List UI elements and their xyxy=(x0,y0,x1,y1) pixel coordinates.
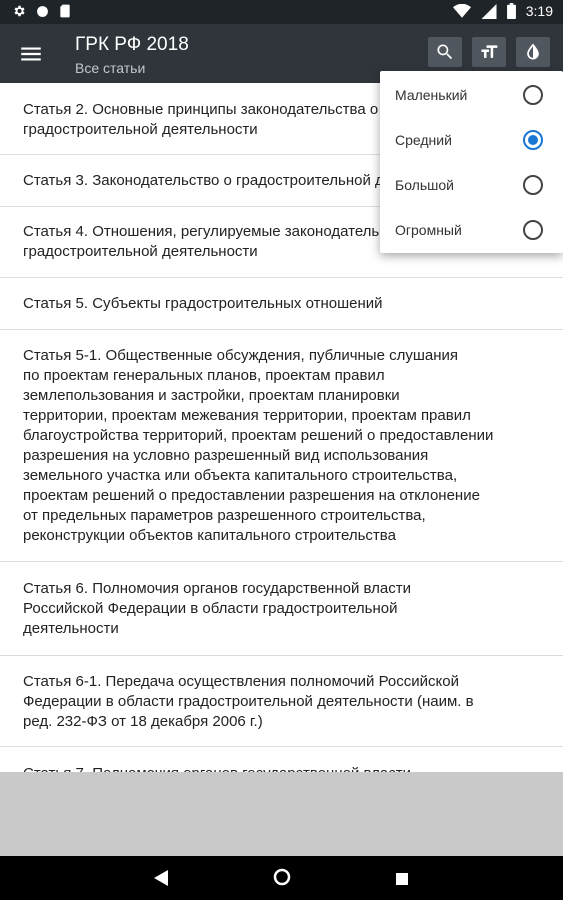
option-label: Средний xyxy=(395,132,452,148)
radio-button[interactable] xyxy=(523,220,543,240)
wifi-icon xyxy=(452,4,471,18)
app-subtitle: Все статьи xyxy=(75,60,146,76)
app-title: ГРК РФ 2018 xyxy=(75,34,189,55)
font-size-menu: Маленький Средний Большой Огромный xyxy=(380,71,563,253)
empty-area xyxy=(0,772,563,856)
list-item[interactable]: Статья 7. Полномочия органов государстве… xyxy=(0,747,563,772)
battery-icon xyxy=(506,3,516,19)
text-size-icon xyxy=(481,45,498,58)
list-item[interactable]: Статья 6-1. Передача осуществления полно… xyxy=(0,656,563,747)
recents-square-icon xyxy=(396,873,408,885)
theme-button[interactable] xyxy=(516,37,550,67)
option-label: Большой xyxy=(395,177,454,193)
back-button[interactable] xyxy=(154,870,168,891)
article-title: Статья 6. Полномочия органов государстве… xyxy=(23,580,411,637)
radio-button-selected[interactable] xyxy=(523,130,543,150)
hamburger-icon xyxy=(21,47,41,61)
settings-icon xyxy=(14,5,25,17)
article-title: Статья 5-1. Общественные обсуждения, пуб… xyxy=(23,347,494,544)
navigation-bar xyxy=(0,856,563,900)
circle-status-icon xyxy=(37,5,48,17)
contrast-drop-icon xyxy=(527,43,539,60)
recents-button[interactable] xyxy=(396,872,408,890)
search-icon xyxy=(437,44,453,60)
font-size-option-small[interactable]: Маленький xyxy=(380,73,563,118)
font-size-option-huge[interactable]: Огромный xyxy=(380,208,563,253)
list-item[interactable]: Статья 5. Субъекты градостроительных отн… xyxy=(0,278,563,330)
status-bar: 3:19 xyxy=(0,0,563,24)
home-button[interactable] xyxy=(273,868,291,891)
option-label: Маленький xyxy=(395,87,468,103)
search-button[interactable] xyxy=(428,37,462,67)
sd-card-icon xyxy=(60,4,70,18)
article-title: Статья 7. Полномочия органов государстве… xyxy=(23,764,540,772)
text-size-button[interactable] xyxy=(472,37,506,67)
article-title: Статья 5. Субъекты градостроительных отн… xyxy=(23,295,383,312)
font-size-option-large[interactable]: Большой xyxy=(380,163,563,208)
font-size-option-medium[interactable]: Средний xyxy=(380,118,563,163)
radio-button[interactable] xyxy=(523,175,543,195)
article-title: Статья 6-1. Передача осуществления полно… xyxy=(23,673,474,730)
list-item[interactable]: Статья 6. Полномочия органов государстве… xyxy=(0,562,563,656)
status-time: 3:19 xyxy=(525,3,553,19)
list-item[interactable]: Статья 5-1. Общественные обсуждения, пуб… xyxy=(0,330,563,562)
radio-button[interactable] xyxy=(523,85,543,105)
back-triangle-icon xyxy=(154,870,168,886)
menu-button[interactable] xyxy=(18,41,44,67)
option-label: Огромный xyxy=(395,222,462,238)
signal-icon xyxy=(481,3,497,19)
home-circle-icon xyxy=(273,868,291,886)
